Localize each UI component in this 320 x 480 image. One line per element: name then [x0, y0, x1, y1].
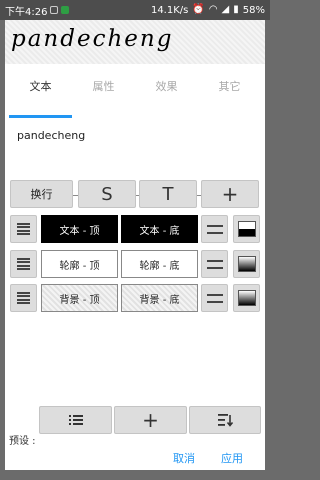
tab-other[interactable]: 其它 — [198, 66, 261, 118]
lines-icon — [17, 222, 30, 236]
outline-bottom-color[interactable]: 轮廓 - 底 — [121, 250, 198, 278]
background-gradient-button[interactable] — [233, 284, 260, 312]
preview-text: pandecheng — [11, 26, 174, 52]
background-bottom-color[interactable]: 背景 - 底 — [121, 284, 198, 312]
background-align-button[interactable] — [10, 284, 37, 312]
background-equal-button[interactable] — [201, 284, 228, 312]
text-style-dialog: pandecheng 文本 属性 效果 其它 pandecheng 换行 S T… — [5, 20, 265, 470]
equals-icon — [206, 293, 223, 303]
add-button[interactable]: + — [201, 180, 259, 208]
lines-icon — [17, 257, 30, 271]
background-top-color[interactable]: 背景 - 顶 — [41, 284, 118, 312]
equals-icon — [206, 224, 223, 234]
presets-label: 预设 : — [9, 436, 36, 447]
app-icon — [50, 6, 59, 14]
alarm-icon: ⏰ — [192, 4, 205, 15]
text-top-color[interactable]: 文本 - 顶 — [41, 215, 118, 243]
sort-icon — [218, 414, 233, 427]
status-time: 下午4:26 — [5, 6, 48, 18]
tab-effects[interactable]: 效果 — [135, 66, 198, 118]
plus-icon: + — [221, 182, 239, 206]
text-equal-button[interactable] — [201, 215, 228, 243]
signal-icon: ◢ — [221, 4, 230, 15]
lines-icon — [17, 291, 30, 305]
text-preview: pandecheng — [5, 20, 265, 64]
outline-gradient-button[interactable] — [233, 250, 260, 278]
gradient-icon — [237, 221, 256, 237]
gradient-icon — [237, 256, 256, 272]
battery-level: 58% — [242, 4, 265, 16]
text-button[interactable]: T — [139, 180, 197, 208]
outline-align-button[interactable] — [10, 250, 37, 278]
list-icon — [68, 415, 83, 425]
outline-top-color[interactable]: 轮廓 - 顶 — [41, 250, 118, 278]
network-speed: 14.1K/s — [150, 4, 189, 16]
wrap-button[interactable]: 换行 — [10, 180, 73, 208]
wifi-icon: ◠ — [208, 4, 218, 15]
strike-button[interactable]: S — [78, 180, 136, 208]
presets-sort-button[interactable] — [189, 406, 261, 434]
tab-properties[interactable]: 属性 — [72, 66, 135, 118]
presets-add-button[interactable]: + — [114, 406, 187, 434]
gradient-icon — [237, 290, 256, 306]
status-bar: 下午4:26 14.1K/s ⏰ ◠ ◢ ▮ 58% — [0, 0, 270, 20]
tab-text[interactable]: 文本 — [9, 66, 72, 118]
cancel-button[interactable]: 取消 — [173, 450, 195, 466]
text-bottom-color[interactable]: 文本 - 底 — [121, 215, 198, 243]
presets-list-button[interactable] — [39, 406, 112, 434]
equals-icon — [206, 259, 223, 269]
plus-icon: + — [142, 408, 159, 432]
apply-button[interactable]: 应用 — [221, 450, 243, 466]
text-align-button[interactable] — [10, 215, 37, 243]
battery-icon: ▮ — [233, 4, 239, 15]
outline-equal-button[interactable] — [201, 250, 228, 278]
tab-bar: 文本 属性 效果 其它 — [9, 66, 261, 118]
text-gradient-button[interactable] — [233, 215, 260, 243]
wechat-icon — [61, 6, 70, 14]
